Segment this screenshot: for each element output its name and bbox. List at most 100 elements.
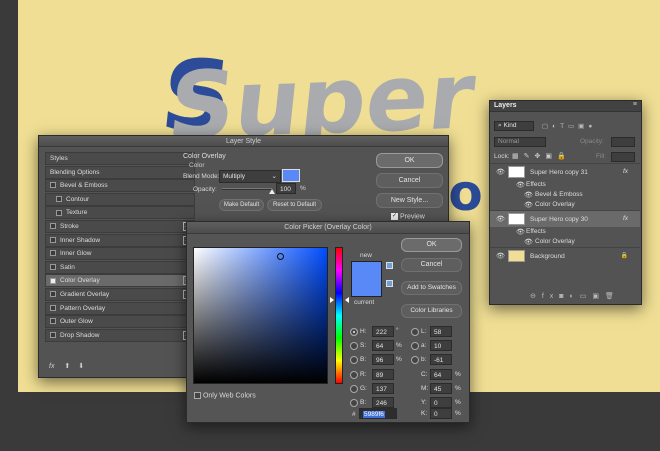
- style-item-stroke[interactable]: Stroke+: [45, 220, 195, 233]
- preview-checkbox[interactable]: ✓ Preview: [391, 213, 425, 220]
- c-input[interactable]: 64: [430, 369, 452, 380]
- bc-input[interactable]: 246: [372, 397, 394, 408]
- style-checkbox[interactable]: [50, 332, 56, 339]
- effect-row[interactable]: 👁 Bevel & Emboss: [490, 190, 640, 200]
- layers-footer-icons[interactable]: ⊖fx◙◐▭▣🗑: [530, 292, 620, 300]
- style-checkbox[interactable]: [50, 264, 56, 271]
- l-input[interactable]: 58: [430, 326, 452, 337]
- style-item-satin[interactable]: Satin: [45, 260, 195, 274]
- effects-row[interactable]: 👁 Effects: [490, 180, 640, 190]
- g-radio[interactable]: [350, 385, 358, 393]
- g-input[interactable]: 137: [372, 383, 394, 394]
- hue-slider-right-arrow[interactable]: [345, 297, 349, 303]
- b-input[interactable]: -61: [430, 354, 452, 365]
- style-item-texture[interactable]: Texture: [45, 206, 195, 220]
- layer-row[interactable]: 👁 Super Hero copy 30 fx: [490, 210, 640, 227]
- b-radio[interactable]: [411, 356, 419, 364]
- style-item-inner-shadow[interactable]: Inner Shadow+: [45, 233, 195, 247]
- style-checkbox[interactable]: [56, 196, 62, 203]
- overlay-color-swatch[interactable]: [282, 169, 300, 182]
- bc-radio[interactable]: [350, 399, 358, 407]
- make-default-button[interactable]: Make Default: [219, 199, 264, 211]
- style-item-contour[interactable]: Contour: [45, 192, 195, 206]
- a-radio[interactable]: [411, 342, 419, 350]
- h-input[interactable]: 222: [372, 326, 394, 337]
- opacity-slider-thumb[interactable]: [269, 189, 275, 194]
- style-item-outer-glow[interactable]: Outer Glow: [45, 315, 195, 329]
- visibility-eye-icon[interactable]: 👁: [524, 191, 533, 199]
- opacity-slider-track[interactable]: [222, 188, 275, 194]
- r-input[interactable]: 89: [372, 369, 394, 380]
- style-checkbox[interactable]: [50, 250, 56, 257]
- color-field-cursor[interactable]: [277, 253, 284, 260]
- current-color-swatch[interactable]: [351, 279, 382, 297]
- m-input[interactable]: 45: [430, 383, 452, 394]
- only-web-colors-checkbox[interactable]: Only Web Colors: [194, 392, 256, 399]
- style-item-blending-options[interactable]: Blending Options: [45, 165, 195, 179]
- out-of-gamut-icon[interactable]: [386, 262, 393, 269]
- move-up-icon[interactable]: ⬆: [64, 363, 70, 370]
- visibility-eye-icon[interactable]: 👁: [524, 238, 533, 246]
- y-input[interactable]: 0: [430, 397, 452, 408]
- reset-to-default-button[interactable]: Reset to Default: [267, 199, 322, 211]
- blend-mode-select[interactable]: Multiply ⌄: [219, 170, 281, 183]
- layers-tab[interactable]: Layers: [494, 102, 517, 109]
- hue-slider-left-arrow[interactable]: [330, 297, 334, 303]
- visibility-eye-icon[interactable]: 👁: [524, 201, 533, 209]
- visibility-eye-icon[interactable]: 👁: [496, 215, 505, 223]
- style-checkbox[interactable]: [50, 236, 56, 243]
- visibility-eye-icon[interactable]: 👁: [496, 168, 505, 176]
- style-item-styles[interactable]: Styles: [45, 152, 195, 165]
- bv-radio[interactable]: [350, 356, 358, 364]
- style-item-pattern-overlay[interactable]: Pattern Overlay: [45, 301, 195, 315]
- hex-input[interactable]: 5989f6: [359, 408, 397, 419]
- color-picker-ok-button[interactable]: OK: [401, 238, 462, 252]
- l-radio[interactable]: [411, 328, 419, 336]
- color-field[interactable]: [193, 247, 328, 384]
- opacity-input[interactable]: 100: [276, 183, 296, 194]
- effects-row[interactable]: 👁 Effects: [490, 227, 640, 237]
- fx-button[interactable]: fx: [49, 363, 54, 370]
- lock-icons[interactable]: ▦✎✥▣🔒: [512, 152, 571, 160]
- style-item-gradient-overlay[interactable]: Gradient Overlay+: [45, 288, 195, 301]
- visibility-eye-icon[interactable]: 👁: [516, 181, 525, 189]
- r-radio[interactable]: [350, 371, 358, 379]
- a-input[interactable]: 10: [430, 340, 452, 351]
- style-checkbox[interactable]: [50, 223, 56, 230]
- style-checkbox[interactable]: [50, 318, 56, 325]
- style-checkbox[interactable]: [50, 182, 56, 189]
- effect-row[interactable]: 👁 Color Overlay: [490, 237, 640, 247]
- style-item-drop-shadow[interactable]: Drop Shadow+: [45, 328, 195, 342]
- filter-kind-select[interactable]: ⌕ Kind: [494, 121, 534, 131]
- visibility-eye-icon[interactable]: 👁: [496, 252, 505, 260]
- effect-row[interactable]: 👁 Color Overlay: [490, 200, 640, 210]
- layer-style-cancel-button[interactable]: Cancel: [376, 173, 443, 188]
- web-safe-icon[interactable]: [386, 280, 393, 287]
- visibility-eye-icon[interactable]: 👁: [516, 228, 525, 236]
- s-input[interactable]: 64: [372, 340, 394, 351]
- fx-badge[interactable]: fx: [623, 215, 628, 222]
- bv-input[interactable]: 96: [372, 354, 394, 365]
- color-libraries-button[interactable]: Color Libraries: [401, 304, 462, 318]
- style-item-inner-glow[interactable]: Inner Glow: [45, 247, 195, 261]
- k-input[interactable]: 0: [430, 408, 452, 419]
- style-item-bevel-emboss[interactable]: Bevel & Emboss: [45, 179, 195, 193]
- h-radio[interactable]: [350, 328, 358, 336]
- panel-menu-icon[interactable]: ≡: [633, 101, 637, 108]
- style-checkbox[interactable]: [50, 304, 56, 311]
- layer-style-ok-button[interactable]: OK: [376, 153, 443, 168]
- hue-slider[interactable]: [335, 247, 343, 384]
- color-picker-cancel-button[interactable]: Cancel: [401, 258, 462, 272]
- style-checkbox[interactable]: [50, 277, 56, 284]
- style-item-color-overlay[interactable]: Color Overlay+: [45, 274, 195, 288]
- blend-mode-layer-select[interactable]: Normal: [494, 137, 546, 147]
- s-radio[interactable]: [350, 342, 358, 350]
- layer-row[interactable]: 👁 Super Hero copy 31 fx: [490, 163, 640, 180]
- move-down-icon[interactable]: ⬇: [78, 363, 84, 370]
- fill-input[interactable]: [611, 152, 635, 162]
- layer-opacity-input[interactable]: [611, 137, 635, 147]
- new-style-button[interactable]: New Style...: [376, 193, 443, 208]
- layer-row[interactable]: 👁 Background 🔒: [490, 247, 640, 264]
- fx-badge[interactable]: fx: [623, 168, 628, 175]
- add-to-swatches-button[interactable]: Add to Swatches: [401, 281, 462, 295]
